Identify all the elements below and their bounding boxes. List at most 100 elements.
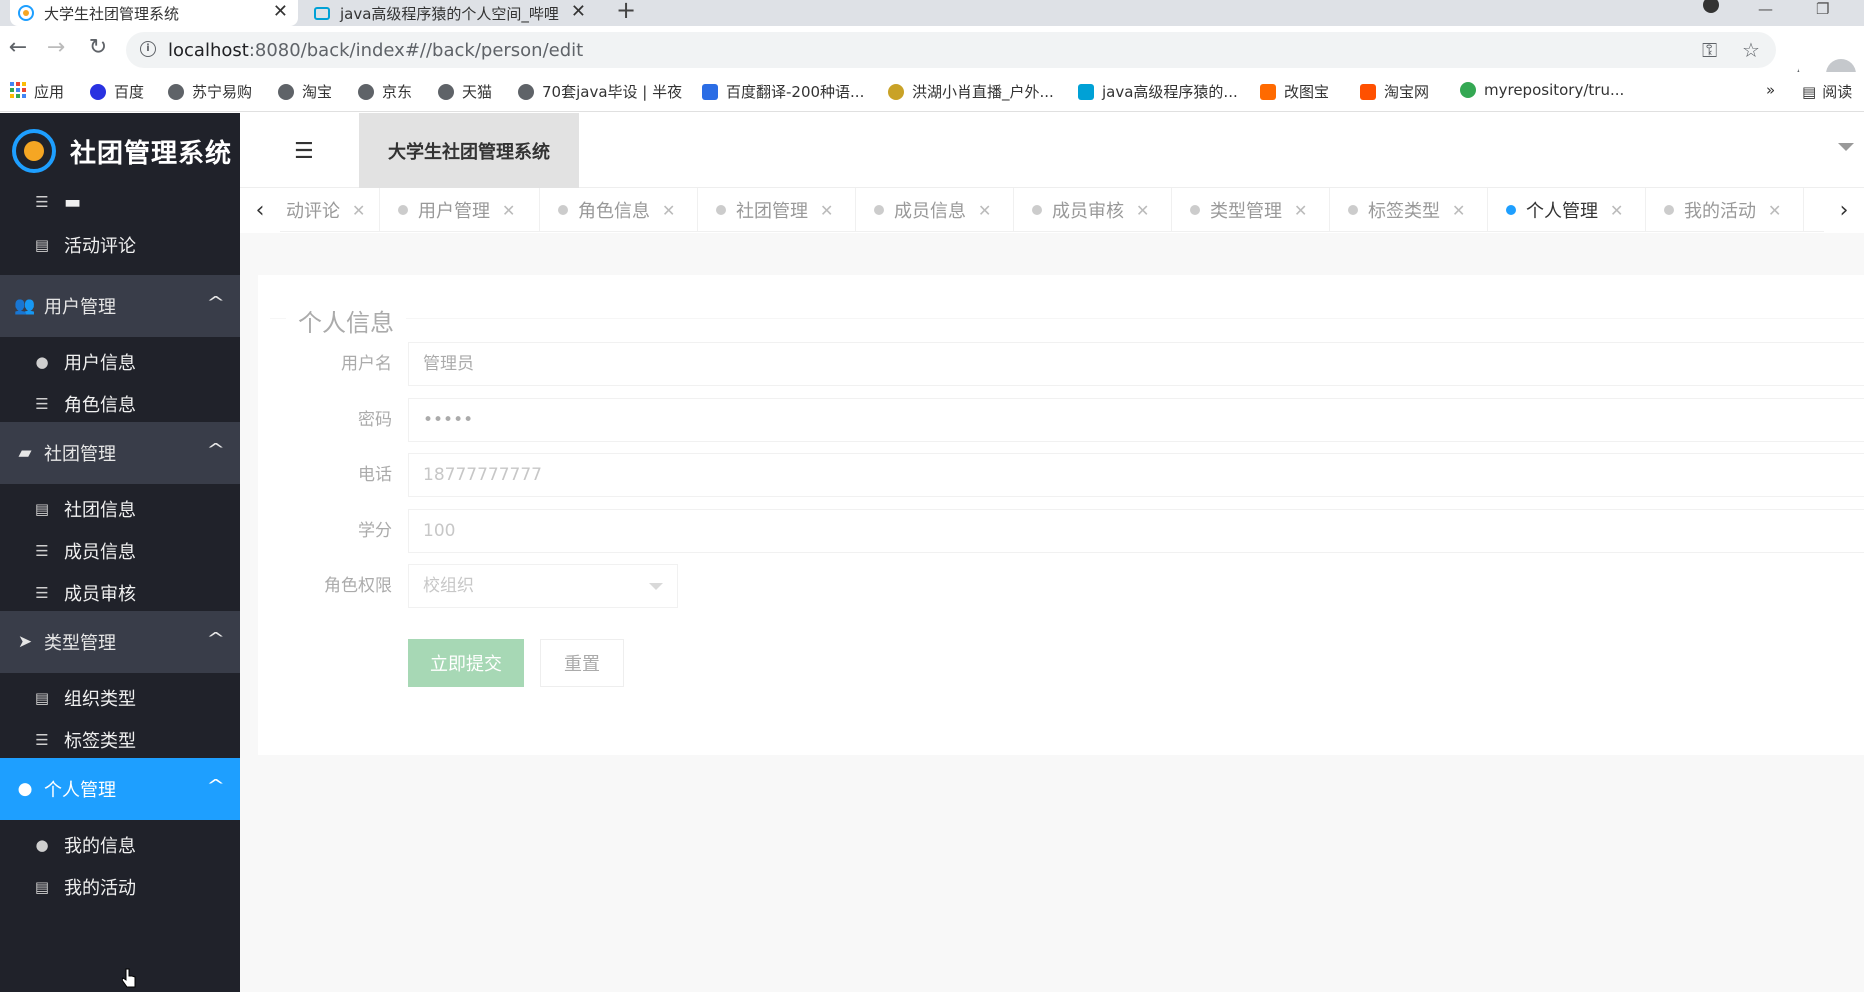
close-tab-icon[interactable]: ✕ [662, 201, 675, 220]
close-tab-icon[interactable]: ✕ [1610, 201, 1623, 220]
site-info-icon[interactable]: i [140, 41, 156, 57]
maximize-icon[interactable]: ❐ [1816, 0, 1829, 18]
globe-icon [168, 83, 184, 100]
tab-member-review[interactable]: 成员审核 ✕ [1014, 188, 1172, 232]
forward-icon[interactable]: → [42, 35, 70, 60]
username-field[interactable]: 管理员 [408, 342, 1864, 386]
reload-icon[interactable]: ↻ [84, 35, 112, 60]
url-host: localhost [168, 40, 249, 61]
tab-dot-icon [1664, 205, 1674, 215]
browser-tab[interactable]: java高级程序猿的个人空间_哔哩 ✕ [306, 0, 596, 26]
users-icon: 👥 [14, 296, 36, 316]
tab-dot-icon [1348, 205, 1358, 215]
address-bar[interactable]: i localhost:8080/back/index#//back/perso… [126, 32, 1776, 68]
bookmark-label: 百度翻译-200种语... [726, 83, 865, 101]
credits-field[interactable]: 100 [408, 509, 1864, 553]
reset-button[interactable]: 重置 [540, 639, 624, 687]
tab-user-management[interactable]: 用户管理 ✕ [380, 188, 540, 232]
app-header: ☰ 大学生社团管理系统 [240, 113, 1864, 188]
submit-button[interactable]: 立即提交 [408, 639, 524, 687]
close-tab-icon[interactable]: ✕ [273, 1, 288, 22]
bookmark-taobao[interactable]: 淘宝 [278, 81, 332, 102]
bookmark-baidu-fanyi[interactable]: 百度翻译-200种语... [702, 81, 864, 102]
sidebar-group-personal-management[interactable]: ● 个人管理 ^ [0, 758, 240, 820]
close-tab-icon[interactable]: ✕ [820, 201, 833, 220]
close-tab-icon[interactable]: ✕ [978, 201, 991, 220]
bookmark-tmall[interactable]: 天猫 [438, 81, 492, 102]
tabs-scroll-right-icon[interactable]: › [1824, 188, 1864, 232]
tab-personal-management[interactable]: 个人管理 ✕ [1488, 188, 1646, 232]
close-tab-icon[interactable]: ✕ [1136, 201, 1149, 220]
user-icon: ● [17, 779, 33, 799]
table-icon: ▤ [34, 236, 50, 254]
bookmark-label: 百度 [114, 83, 145, 101]
tab-club-management[interactable]: 社团管理 ✕ [698, 188, 856, 232]
bookmark-honghu[interactable]: 洪湖小肖直播_户外... [888, 81, 1054, 102]
close-tab-icon[interactable]: ✕ [1768, 201, 1781, 220]
bookmark-label: 70套java毕设 | 半夜 [542, 83, 683, 101]
minimize-icon[interactable]: — [1758, 0, 1773, 18]
bookmark-taobao-net[interactable]: 淘宝网 [1360, 81, 1429, 102]
table-icon: ▤ [34, 500, 50, 518]
tab-tag-type[interactable]: 标签类型 ✕ [1330, 188, 1488, 232]
bookmark-myrepository[interactable]: myrepository/tru... [1460, 81, 1624, 99]
password-field[interactable]: ••••• [408, 398, 1864, 442]
sidebar-group-club-management[interactable]: ▰ 社团管理 ^ [0, 422, 240, 484]
bookmark-label: 改图宝 [1284, 83, 1330, 101]
bookmark-gaitubao[interactable]: 改图宝 [1260, 81, 1329, 102]
sidebar-group-type-management[interactable]: ➤ 类型管理 ^ [0, 611, 240, 673]
sidebar-item-my-activities[interactable]: ▤ 我的活动 [0, 862, 240, 912]
bookmark-suning[interactable]: 苏宁易购 [168, 81, 252, 102]
tab-role-info[interactable]: 角色信息 ✕ [540, 188, 698, 232]
tabs-scroll-left-icon[interactable]: ‹ [240, 188, 280, 232]
tab-activity-comments[interactable]: 动评论 ✕ [280, 188, 381, 232]
app-logo[interactable]: 社团管理系统 [0, 113, 240, 189]
close-tab-icon[interactable]: ✕ [571, 1, 586, 22]
bookmark-baidu[interactable]: 百度 [90, 81, 144, 102]
sidebar-group-label: 类型管理 [44, 633, 116, 654]
tab-label: 动评论 [286, 201, 340, 222]
tab-member-info[interactable]: 成员信息 ✕ [856, 188, 1014, 232]
tab-my-activities[interactable]: 我的活动 ✕ [1646, 188, 1804, 232]
bookmark-bilibili[interactable]: java高级程序猿的... [1078, 81, 1238, 102]
paper-plane-icon: ➤ [17, 632, 33, 652]
close-tab-icon[interactable]: ✕ [1452, 201, 1465, 220]
reading-list-button[interactable]: ▤ 阅读 [1802, 81, 1852, 102]
close-tab-icon[interactable]: ✕ [502, 201, 515, 220]
browser-tab-title: java高级程序猿的个人空间_哔哩 [340, 4, 559, 23]
password-label: 密码 [358, 410, 392, 430]
system-title-tab[interactable]: 大学生社团管理系统 [359, 113, 579, 188]
back-icon[interactable]: ← [4, 35, 32, 60]
bookmark-70-java[interactable]: 70套java毕设 | 半夜 [518, 81, 682, 102]
sidebar-group-label: 用户管理 [44, 297, 116, 318]
form-row-phone: 电话 18777777777 [258, 453, 1864, 497]
form-row-credits: 学分 100 [258, 509, 1864, 553]
more-bookmarks-button[interactable]: » [1766, 81, 1775, 99]
hand-cursor-icon [121, 968, 136, 988]
key-icon[interactable]: ⚿ [1702, 38, 1717, 62]
browser-menu-icon[interactable] [1702, 0, 1720, 18]
bookmark-label: 天猫 [462, 83, 493, 101]
browser-tab-active[interactable]: 大学生社团管理系统 ✕ [10, 0, 298, 26]
url-text[interactable]: localhost:8080/back/index#//back/person/… [168, 40, 583, 61]
user-menu-caret-icon[interactable] [1838, 143, 1854, 151]
phone-field[interactable]: 18777777777 [408, 453, 1864, 497]
bookmark-star-icon[interactable]: ☆ [1742, 38, 1760, 62]
sidebar-item-activity-comments[interactable]: ▤ 活动评论 [0, 220, 240, 270]
sidebar-group-user-management[interactable]: 👥 用户管理 ^ [0, 275, 240, 337]
new-tab-button[interactable]: + [616, 0, 636, 24]
reading-list-label: 阅读 [1822, 83, 1853, 101]
bookmark-jd[interactable]: 京东 [358, 81, 412, 102]
globe-icon [438, 83, 454, 100]
tab-type-management[interactable]: 类型管理 ✕ [1172, 188, 1330, 232]
close-tab-icon[interactable]: ✕ [1294, 201, 1307, 220]
close-tab-icon[interactable]: ✕ [352, 201, 365, 220]
tab-dot-icon [1032, 205, 1042, 215]
translate-icon [702, 83, 718, 100]
role-select[interactable]: 校组织 [408, 564, 678, 608]
bookmark-apps[interactable]: 应用 [10, 81, 64, 102]
gaitubao-icon [1260, 83, 1276, 100]
list-icon: ☰ [35, 542, 49, 560]
sidebar-toggle-icon[interactable]: ☰ [294, 139, 314, 164]
bookmarks-bar: 应用 百度 苏宁易购 淘宝 京东 天猫 70套java毕设 | 半夜 百度翻译-… [0, 72, 1864, 112]
